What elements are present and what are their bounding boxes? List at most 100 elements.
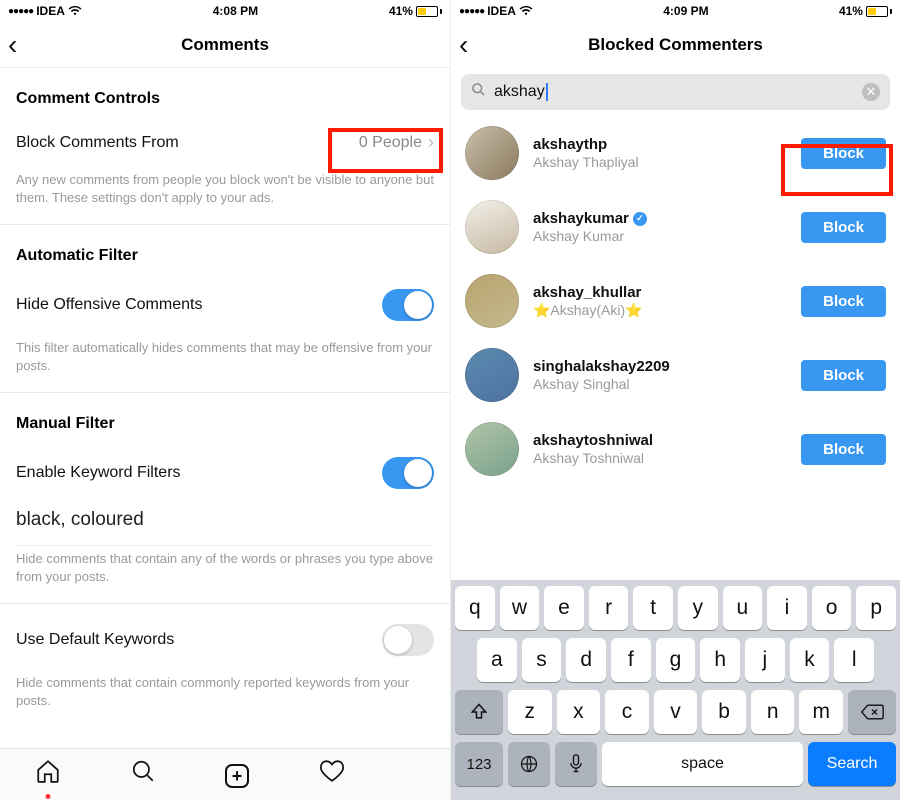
search-icon	[471, 82, 486, 102]
battery-pct: 41%	[839, 4, 863, 18]
user-info: akshaythpAkshay Thapliyal	[533, 136, 787, 170]
key-i[interactable]: i	[767, 586, 807, 630]
display-name: ⭐️Akshay(Aki)⭐️	[533, 302, 787, 319]
battery-icon	[416, 6, 442, 17]
key-y[interactable]: y	[678, 586, 718, 630]
key-r[interactable]: r	[589, 586, 629, 630]
key-l[interactable]: l	[834, 638, 874, 682]
user-row[interactable]: akshay_khullar⭐️Akshay(Aki)⭐️ Block	[451, 264, 900, 338]
search-input[interactable]: akshay	[494, 83, 854, 101]
clear-search-button[interactable]: ✕	[862, 83, 880, 101]
globe-key[interactable]	[508, 742, 550, 786]
hide-offensive-toggle[interactable]	[382, 289, 434, 321]
key-v[interactable]: v	[654, 690, 698, 734]
back-button[interactable]: ‹	[459, 31, 468, 59]
username: akshaythp	[533, 136, 787, 153]
display-name: Akshay Singhal	[533, 376, 787, 392]
default-keywords-row: Use Default Keywords	[0, 604, 450, 670]
key-w[interactable]: w	[500, 586, 540, 630]
block-button[interactable]: Block	[801, 360, 886, 391]
key-m[interactable]: m	[799, 690, 843, 734]
section-comment-controls-head: Comment Controls	[0, 68, 450, 118]
block-button[interactable]: Block	[801, 286, 886, 317]
section-manual-filter-head: Manual Filter	[0, 393, 450, 443]
key-a[interactable]: a	[477, 638, 517, 682]
status-bar: ●●●●● IDEA 4:09 PM 41%	[451, 0, 900, 22]
display-name: Akshay Toshniwal	[533, 450, 787, 466]
status-time: 4:09 PM	[663, 4, 708, 18]
key-p[interactable]: p	[856, 586, 896, 630]
back-button[interactable]: ‹	[8, 31, 17, 59]
default-keywords-label: Use Default Keywords	[16, 631, 174, 649]
nav-bar: ‹ Comments	[0, 22, 450, 68]
signal-dots-icon: ●●●●●	[8, 6, 33, 17]
key-x[interactable]: x	[557, 690, 601, 734]
key-c[interactable]: c	[605, 690, 649, 734]
key-n[interactable]: n	[751, 690, 795, 734]
key-d[interactable]: d	[566, 638, 606, 682]
key-h[interactable]: h	[700, 638, 740, 682]
tab-home[interactable]	[35, 758, 61, 791]
screen-blocked-commenters: ●●●●● IDEA 4:09 PM 41% ‹ Blocked Comment…	[450, 0, 900, 800]
avatar	[465, 422, 519, 476]
battery-pct: 41%	[389, 4, 413, 18]
section-automatic-filter-head: Automatic Filter	[0, 225, 450, 275]
key-k[interactable]: k	[790, 638, 830, 682]
default-keywords-desc: Hide comments that contain commonly repo…	[0, 670, 450, 727]
key-e[interactable]: e	[544, 586, 584, 630]
avatar	[465, 200, 519, 254]
shift-key[interactable]	[455, 690, 503, 734]
dictation-key[interactable]	[555, 742, 597, 786]
user-row[interactable]: akshaykumar✓Akshay Kumar Block	[451, 190, 900, 264]
block-button[interactable]: Block	[801, 138, 886, 169]
username: singhalakshay2209	[533, 358, 787, 375]
key-s[interactable]: s	[522, 638, 562, 682]
key-b[interactable]: b	[702, 690, 746, 734]
user-row[interactable]: akshaythpAkshay Thapliyal Block	[451, 116, 900, 190]
key-z[interactable]: z	[508, 690, 552, 734]
keyboard: qwertyuiop asdfghjkl zxcvbnm 123 space S…	[451, 580, 900, 800]
key-u[interactable]: u	[723, 586, 763, 630]
key-t[interactable]: t	[633, 586, 673, 630]
search-key[interactable]: Search	[808, 742, 896, 786]
signal-dots-icon: ●●●●●	[459, 6, 484, 17]
default-keywords-toggle[interactable]	[382, 624, 434, 656]
numeric-key[interactable]: 123	[455, 742, 503, 786]
tab-search[interactable]	[130, 758, 156, 791]
battery-icon	[866, 6, 892, 17]
wifi-icon	[519, 6, 533, 16]
user-row[interactable]: akshaytoshniwalAkshay Toshniwal Block	[451, 412, 900, 486]
user-row[interactable]: singhalakshay2209Akshay Singhal Block	[451, 338, 900, 412]
carrier-label: IDEA	[487, 4, 516, 18]
block-comments-from-row[interactable]: Block Comments From 0 People ›	[0, 118, 450, 167]
key-o[interactable]: o	[812, 586, 852, 630]
tab-activity[interactable]	[318, 758, 346, 791]
user-info: singhalakshay2209Akshay Singhal	[533, 358, 787, 392]
username: akshaytoshniwal	[533, 432, 787, 449]
search-bar[interactable]: akshay ✕	[461, 74, 890, 110]
user-info: akshaykumar✓Akshay Kumar	[533, 210, 787, 244]
nav-title: Comments	[181, 35, 269, 55]
hide-offensive-desc: This filter automatically hides comments…	[0, 335, 450, 392]
key-f[interactable]: f	[611, 638, 651, 682]
status-bar: ●●●●● IDEA 4:08 PM 41%	[0, 0, 450, 22]
space-key[interactable]: space	[602, 742, 803, 786]
key-j[interactable]: j	[745, 638, 785, 682]
text-cursor-icon	[546, 83, 548, 101]
tab-add-post[interactable]: +	[225, 761, 249, 789]
block-comments-label: Block Comments From	[16, 134, 179, 152]
backspace-key[interactable]	[848, 690, 896, 734]
block-comments-value: 0 People	[359, 134, 422, 152]
block-button[interactable]: Block	[801, 212, 886, 243]
keyword-input[interactable]: black, coloured	[0, 503, 450, 539]
username: akshay_khullar	[533, 284, 787, 301]
key-q[interactable]: q	[455, 586, 495, 630]
enable-keyword-toggle[interactable]	[382, 457, 434, 489]
enable-keyword-row: Enable Keyword Filters	[0, 443, 450, 503]
username: akshaykumar✓	[533, 210, 787, 227]
verified-badge-icon: ✓	[633, 212, 647, 226]
block-button[interactable]: Block	[801, 434, 886, 465]
block-comments-desc: Any new comments from people you block w…	[0, 167, 450, 224]
nav-bar: ‹ Blocked Commenters	[451, 22, 900, 68]
key-g[interactable]: g	[656, 638, 696, 682]
